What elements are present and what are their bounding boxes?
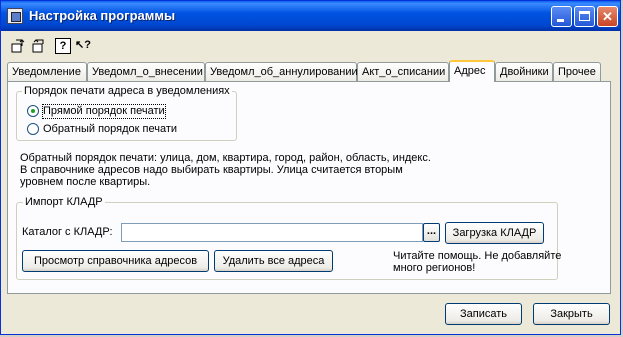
browse-folder-button[interactable]: ...: [423, 223, 440, 242]
close-window-button[interactable]: ✕: [597, 6, 618, 27]
save-button[interactable]: Записать: [445, 303, 522, 325]
title-bar[interactable]: Настройка программы ✕: [1, 1, 620, 31]
load-settings-icon[interactable]: [31, 38, 47, 54]
radio-button[interactable]: [27, 123, 39, 135]
close-button[interactable]: Закрыть: [533, 303, 610, 325]
save-settings-icon[interactable]: [10, 38, 26, 54]
window-title: Настройка программы: [29, 8, 176, 23]
tab-uvedoml-ob-annulirovanii[interactable]: Уведомл_об_аннулировании: [205, 62, 358, 81]
whats-this-icon[interactable]: ↖?: [75, 38, 91, 54]
settings-window: Настройка программы ✕ ? ↖? Уведомление У…: [0, 0, 621, 335]
help-icon[interactable]: ?: [55, 38, 71, 54]
view-address-directory-button[interactable]: Просмотр справочника адресов: [22, 250, 209, 272]
tab-uvedoml-o-vnesenii[interactable]: Уведомл_о_внесении: [87, 62, 205, 81]
kladr-catalog-input[interactable]: [121, 223, 423, 242]
radio-direct-order-label: Прямой порядок печати: [42, 104, 166, 119]
tab-akt-o-spisanii[interactable]: Акт_о_списании: [357, 62, 449, 81]
delete-all-addresses-button[interactable]: Удалить все адреса: [214, 250, 333, 272]
tab-dvoiniki[interactable]: Двойники: [495, 62, 553, 81]
address-tab-panel: Порядок печати адреса в уведомлениях Пря…: [7, 81, 611, 294]
tab-uvedomlenie[interactable]: Уведомление: [7, 62, 87, 81]
tab-prochee[interactable]: Прочее: [553, 62, 601, 81]
print-order-legend: Порядок печати адреса в уведомлениях: [22, 85, 232, 98]
radio-button[interactable]: [27, 105, 39, 117]
print-order-group: Порядок печати адреса в уведомлениях Пря…: [16, 85, 237, 141]
kladr-import-group: Импорт КЛАДР Каталог с КЛАДР: ... Загруз…: [16, 196, 561, 280]
app-icon: [7, 8, 23, 24]
minimize-button[interactable]: [551, 6, 572, 27]
reverse-order-note: Обратный порядок печати: улица, дом, ква…: [20, 152, 431, 188]
kladr-catalog-label: Каталог с КЛАДР:: [22, 226, 113, 238]
maximize-button[interactable]: [574, 6, 595, 27]
tab-adres[interactable]: Адрес: [449, 60, 495, 82]
load-kladr-button[interactable]: Загрузка КЛАДР: [445, 222, 544, 244]
kladr-legend: Импорт КЛАДР: [23, 196, 105, 209]
radio-reverse-order-label: Обратный порядок печати: [43, 123, 177, 135]
kladr-help-text: Читайте помощь. Не добавляйте много реги…: [393, 250, 562, 274]
